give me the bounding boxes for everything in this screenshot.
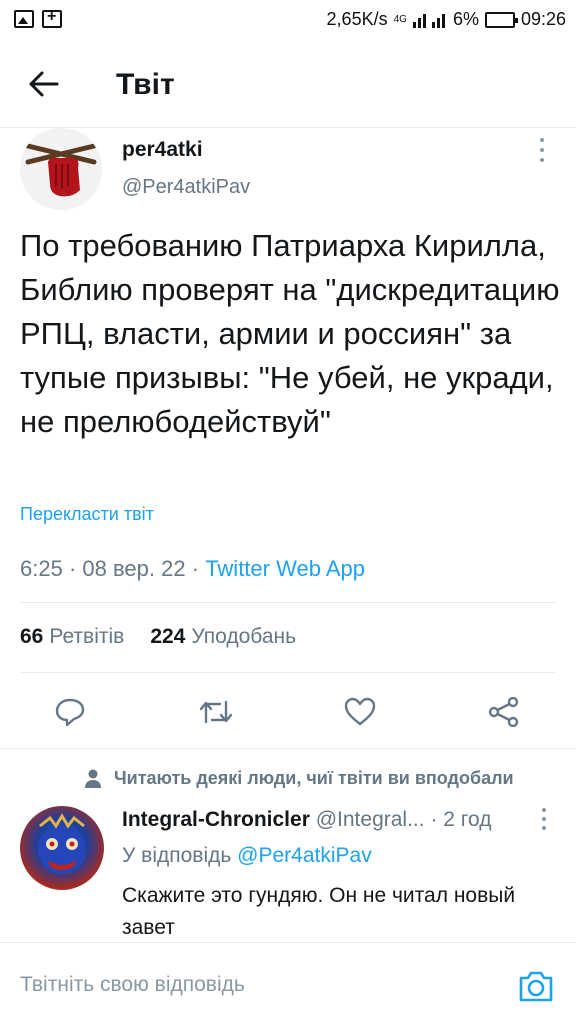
- reply-context: Читають деякі люди, чиї твіти ви вподоба…: [84, 768, 514, 789]
- likes-stat[interactable]: 224 Уподобань: [150, 625, 296, 649]
- heart-icon: [344, 697, 376, 726]
- camera-button[interactable]: [518, 969, 554, 1003]
- reply-author-handle[interactable]: @Integral...: [316, 808, 425, 831]
- avatar-glove-image: [20, 128, 102, 210]
- network-type: 4G: [393, 14, 407, 25]
- arrow-left-icon: [29, 71, 59, 97]
- author-handle[interactable]: @Per4atkiPav: [122, 176, 250, 199]
- divider: [20, 672, 556, 673]
- compose-bar: [0, 942, 576, 1024]
- tweet-meta: 6:25 · 08 вер. 22 · Twitter Web App: [20, 556, 365, 582]
- page-title: Твіт: [116, 68, 175, 101]
- reply-more-options-button[interactable]: [536, 808, 552, 830]
- more-vertical-icon: [542, 808, 546, 812]
- reply-prefix: У відповідь: [122, 844, 232, 867]
- clock: 09:26: [520, 9, 566, 29]
- reply-mention-link[interactable]: @Per4atkiPav: [237, 844, 372, 867]
- reply-header: Integral-Chronicler @Integral... · 2 год: [122, 808, 522, 832]
- author-avatar[interactable]: [20, 128, 102, 210]
- translate-tweet-link[interactable]: Перекласти твіт: [20, 504, 154, 525]
- tweet-time: 6:25: [20, 556, 63, 581]
- more-options-button[interactable]: [532, 138, 552, 162]
- back-button[interactable]: [22, 64, 66, 104]
- retweets-label: Ретвітів: [49, 625, 125, 648]
- meta-separator: ·: [68, 556, 83, 581]
- replying-to: У відповідь @Per4atkiPav: [122, 844, 372, 868]
- retweet-icon: [199, 700, 233, 724]
- more-dot: [540, 158, 544, 162]
- comment-icon: [55, 698, 85, 727]
- more-dot: [542, 826, 546, 830]
- tweet-stats: 66 Ретвітів 224 Уподобань: [20, 625, 296, 649]
- like-button[interactable]: [338, 690, 382, 734]
- retweets-stat[interactable]: 66 Ретвітів: [20, 625, 124, 649]
- section-divider: [0, 748, 576, 749]
- share-button[interactable]: [482, 690, 526, 734]
- tweet-source-link[interactable]: Twitter Web App: [205, 556, 365, 581]
- network-speed: 2,65K/s: [326, 9, 388, 29]
- status-bar: 2,65K/s 4G 6% 09:26: [0, 0, 576, 40]
- meta-separator: ·: [191, 556, 206, 581]
- status-left: [14, 8, 62, 28]
- reply-age: 2 год: [443, 808, 492, 831]
- status-right: 2,65K/s 4G 6% 09:26: [327, 9, 566, 30]
- tweet-text: По требованию Патриарха Кирилла, Библию …: [20, 228, 560, 439]
- camera-icon: [519, 971, 553, 1002]
- reply-input[interactable]: [20, 965, 490, 1005]
- more-dot: [542, 817, 546, 821]
- more-dot: [540, 148, 544, 152]
- likes-label: Уподобань: [191, 625, 297, 648]
- reply-context-label: Читають деякі люди, чиї твіти ви вподоба…: [114, 768, 514, 788]
- retweets-count: 66: [20, 625, 44, 648]
- more-vertical-icon: [540, 138, 544, 142]
- divider: [20, 602, 556, 603]
- reply-text: Скажите это гундяю. Он не читал новый за…: [122, 884, 516, 939]
- avatar-mask-image: [38, 813, 86, 874]
- retweet-button[interactable]: [194, 690, 238, 734]
- battery-percent: 6%: [452, 9, 479, 29]
- author-name[interactable]: per4atki: [122, 138, 203, 162]
- reply-button[interactable]: [48, 690, 92, 734]
- reply-author-avatar[interactable]: [20, 806, 104, 890]
- reply-author-name[interactable]: Integral-Chronicler: [122, 808, 310, 831]
- person-icon: [85, 769, 101, 788]
- app-header: Твіт: [0, 40, 576, 128]
- gallery-notification-icon: [14, 10, 34, 28]
- likes-count: 224: [150, 625, 186, 648]
- share-icon: [488, 697, 519, 727]
- add-notification-icon: [42, 8, 62, 28]
- battery-icon: [484, 11, 518, 28]
- tweet-date: 08 вер. 22: [82, 556, 186, 581]
- signal-icon: [412, 13, 445, 28]
- tweet-actions: [0, 690, 576, 736]
- meta-separator: ·: [430, 808, 444, 831]
